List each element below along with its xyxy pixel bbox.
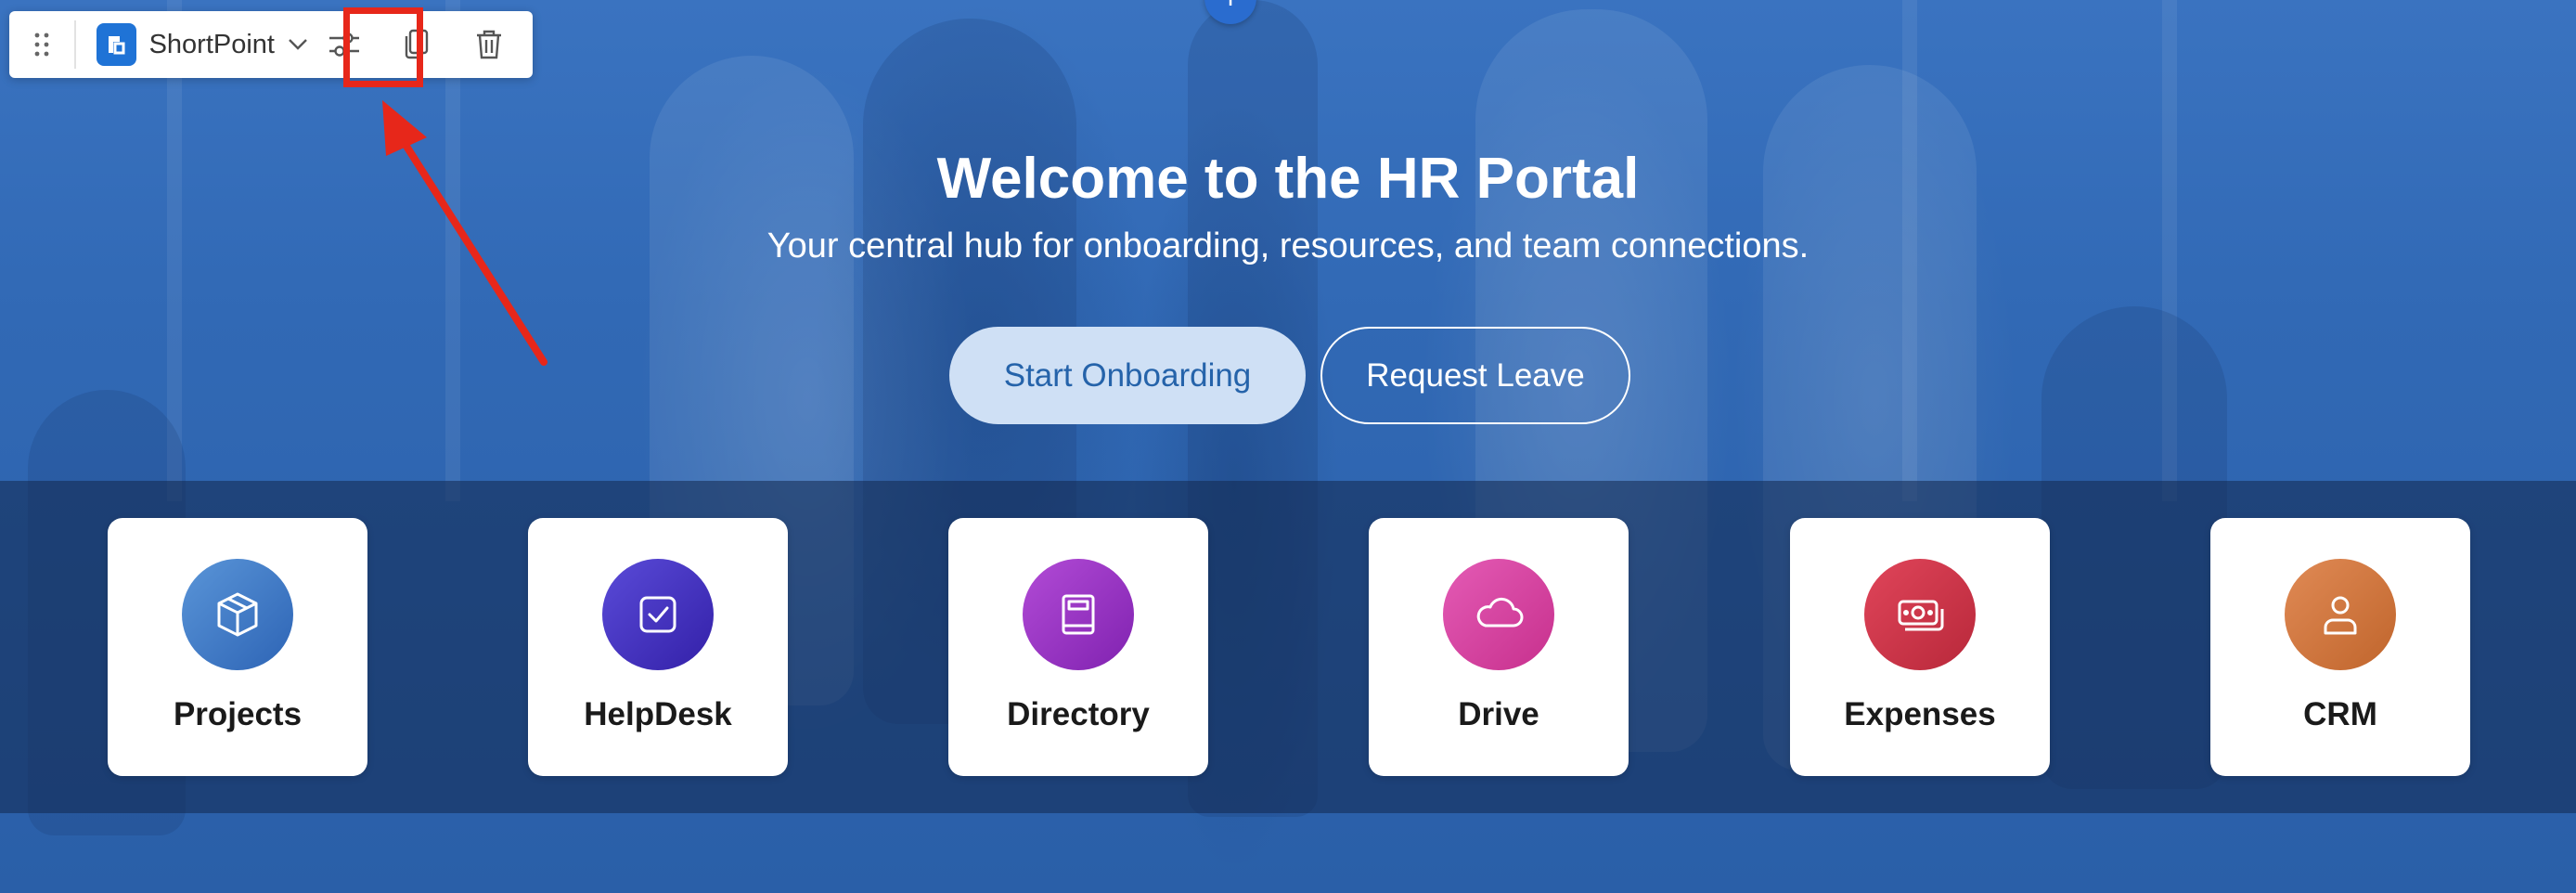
tile-icon-circle (1864, 559, 1976, 670)
cloud-icon (1476, 597, 1524, 628)
tile-label: Drive (1458, 696, 1539, 732)
tile-label: Directory (1007, 696, 1150, 732)
box-icon (217, 592, 258, 637)
shortpoint-selector[interactable]: ShortPoint (76, 11, 308, 78)
editor-toolbar: ShortPoint (9, 11, 533, 78)
settings-highlight-box (343, 7, 423, 87)
tile-icon-circle (602, 559, 714, 670)
tile-label: Projects (173, 696, 303, 732)
tile-drive[interactable]: Drive (1369, 518, 1629, 776)
tile-helpdesk[interactable]: HelpDesk (528, 518, 788, 776)
tile-expenses[interactable]: Expenses (1790, 518, 2050, 776)
brand-name: ShortPoint (148, 29, 275, 59)
quick-links-band (0, 481, 2576, 813)
tile-projects[interactable]: Projects (108, 518, 367, 776)
chevron-down-icon (288, 38, 308, 51)
trash-icon (477, 30, 501, 59)
tile-icon-circle (1023, 559, 1134, 670)
request-leave-button[interactable]: Request Leave (1320, 327, 1630, 424)
tile-icon-circle (1443, 559, 1554, 670)
book-icon (1062, 594, 1095, 635)
tile-directory[interactable]: Directory (948, 518, 1208, 776)
tile-icon-circle (182, 559, 293, 670)
drag-handle-icon[interactable] (9, 11, 74, 78)
tile-label: Expenses (1844, 696, 1996, 732)
user-icon (2324, 596, 2357, 635)
tile-icon-circle (2285, 559, 2396, 670)
tile-label: CRM (2303, 696, 2377, 732)
checkbox-icon (639, 596, 676, 633)
money-icon (1898, 600, 1944, 631)
delete-button[interactable] (453, 11, 525, 78)
start-onboarding-button[interactable]: Start Onboarding (949, 327, 1306, 424)
tile-crm[interactable]: CRM (2210, 518, 2470, 776)
page-subtitle: Your central hub for onboarding, resourc… (766, 226, 1810, 265)
page-title: Welcome to the HR Portal (936, 147, 1640, 211)
shortpoint-logo-icon (97, 23, 136, 66)
tile-label: HelpDesk (584, 696, 732, 732)
